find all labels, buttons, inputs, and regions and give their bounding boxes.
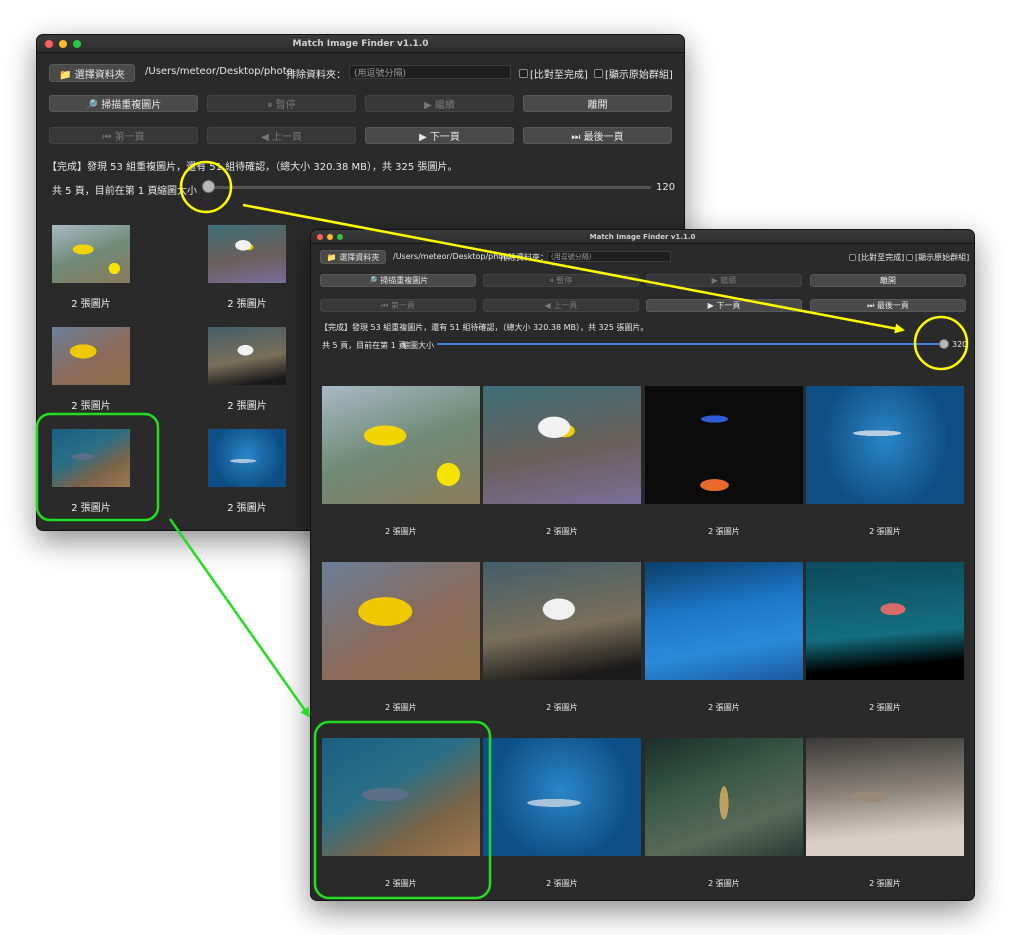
prev-page-button[interactable]: ◀ 上一頁 — [207, 127, 356, 144]
status-text: 【完成】發現 53 組重複圖片，還有 51 組待確認，（總大小 320.38 M… — [320, 323, 649, 332]
next-page-button[interactable]: ▶ 下一頁 — [646, 299, 802, 312]
zoom-value: 120 — [656, 182, 676, 193]
thumbnail[interactable] — [645, 386, 803, 504]
thumbnail[interactable] — [806, 562, 964, 680]
thumbnail-caption: 2 張圖片 — [546, 527, 578, 536]
scan-button[interactable]: 🔎 掃描重複圖片 — [320, 274, 476, 287]
zoom-label: 縮圖大小 — [157, 186, 197, 197]
zoom-slider-knob[interactable] — [939, 339, 949, 349]
thumbnail[interactable] — [322, 386, 480, 504]
select-folder-button[interactable]: 📁 選擇資料夾 — [49, 64, 135, 82]
thumbnail-caption: 2 張圖片 — [71, 503, 111, 514]
thumbnail[interactable] — [483, 738, 641, 856]
checkbox-box[interactable] — [519, 69, 528, 78]
thumbnail[interactable] — [208, 225, 286, 283]
thumbnail[interactable] — [52, 225, 130, 283]
thumbnail-caption: 2 張圖片 — [708, 527, 740, 536]
thumbnail[interactable] — [208, 429, 286, 487]
thumbnail-caption: 2 張圖片 — [227, 299, 267, 310]
prev-page-button[interactable]: ◀ 上一頁 — [483, 299, 639, 312]
thumbnail-caption: 2 張圖片 — [385, 703, 417, 712]
front-window: Match Image Finder v1.1.0 📁 選擇資料夾 /Users… — [310, 229, 975, 901]
exclude-label: 排除資料夾： — [500, 253, 548, 262]
thumbnail[interactable] — [208, 327, 286, 385]
compare-to-done-label: [比對至完成] — [858, 253, 905, 262]
thumbnail-caption: 2 張圖片 — [708, 879, 740, 888]
compare-to-done-label: [比對至完成] — [530, 70, 588, 81]
pause-button[interactable]: ⏸ 暫停 — [483, 274, 639, 287]
zoom-label: 縮圖大小 — [402, 341, 434, 350]
thumbnail-caption: 2 張圖片 — [227, 401, 267, 412]
thumbnail[interactable] — [483, 562, 641, 680]
thumbnail[interactable] — [806, 738, 964, 856]
first-page-button[interactable]: ⏮ 第一頁 — [49, 127, 198, 144]
zoom-slider-track[interactable] — [203, 186, 651, 189]
thumbnail-caption: 2 張圖片 — [869, 527, 901, 536]
thumbnail[interactable] — [483, 386, 641, 504]
checkbox-box[interactable] — [906, 254, 913, 261]
minimize-dot-icon[interactable] — [327, 234, 333, 240]
exclude-label: 排除資料夾： — [286, 70, 346, 81]
thumbnail[interactable] — [322, 562, 480, 680]
thumbnail-caption: 2 張圖片 — [71, 299, 111, 310]
exclude-input[interactable]: (用逗號分隔) — [349, 65, 511, 79]
checkbox-box[interactable] — [849, 254, 856, 261]
folder-path: /Users/meteor/Desktop/photo — [145, 66, 293, 77]
show-original-group-checkbox[interactable]: [顯示原始群組] — [594, 66, 673, 81]
selection-highlight-arrow — [168, 518, 311, 718]
leave-button[interactable]: 離開 — [810, 274, 966, 287]
thumbnail-caption: 2 張圖片 — [546, 879, 578, 888]
window-controls — [317, 234, 343, 240]
window-title: Match Image Finder v1.1.0 — [292, 39, 429, 49]
zoom-value: 320 — [952, 340, 968, 349]
zoom-dot-icon[interactable] — [337, 234, 343, 240]
show-original-group-label: [顯示原始群組] — [605, 70, 673, 81]
page-info: 共 5 頁，目前在第 1 頁 — [322, 341, 407, 350]
last-page-button[interactable]: ⏭ 最後一頁 — [810, 299, 966, 312]
thumbnail[interactable] — [645, 738, 803, 856]
front-titlebar: Match Image Finder v1.1.0 — [311, 230, 974, 244]
thumbnail-caption: 2 張圖片 — [869, 703, 901, 712]
compare-to-done-checkbox[interactable]: [比對至完成] — [519, 66, 588, 81]
window-title: Match Image Finder v1.1.0 — [589, 233, 696, 241]
thumbnail[interactable] — [322, 738, 480, 856]
show-original-group-label: [顯示原始群組] — [915, 253, 970, 262]
close-dot-icon[interactable] — [317, 234, 323, 240]
show-original-group-checkbox[interactable]: [顯示原始群組] — [906, 252, 969, 263]
thumbnail[interactable] — [806, 386, 964, 504]
select-folder-button[interactable]: 📁 選擇資料夾 — [320, 250, 386, 264]
zoom-dot-icon[interactable] — [73, 40, 81, 48]
thumbnail-caption: 2 張圖片 — [385, 527, 417, 536]
window-controls — [45, 40, 81, 48]
minimize-dot-icon[interactable] — [59, 40, 67, 48]
scan-button[interactable]: 🔎 掃描重複圖片 — [49, 95, 198, 112]
thumbnail-caption: 2 張圖片 — [869, 879, 901, 888]
thumbnail-caption: 2 張圖片 — [708, 703, 740, 712]
thumbnail-caption: 2 張圖片 — [546, 703, 578, 712]
thumbnail-caption: 2 張圖片 — [227, 503, 267, 514]
thumbnail[interactable] — [52, 429, 130, 487]
thumbnail[interactable] — [52, 327, 130, 385]
pause-button[interactable]: ⏸ 暫停 — [207, 95, 356, 112]
status-text: 【完成】發現 53 組重複圖片，還有 51 組待確認，（總大小 320.38 M… — [47, 162, 458, 173]
back-titlebar: Match Image Finder v1.1.0 — [37, 35, 684, 53]
close-dot-icon[interactable] — [45, 40, 53, 48]
last-page-button[interactable]: ⏭ 最後一頁 — [523, 127, 672, 144]
thumbnail[interactable] — [645, 562, 803, 680]
zoom-slider-track[interactable] — [437, 343, 945, 345]
next-page-button[interactable]: ▶ 下一頁 — [365, 127, 514, 144]
resume-button[interactable]: ▶ 繼續 — [365, 95, 514, 112]
zoom-slider-knob[interactable] — [202, 180, 215, 193]
thumbnail-caption: 2 張圖片 — [385, 879, 417, 888]
checkbox-box[interactable] — [594, 69, 603, 78]
exclude-input[interactable]: (用逗號分隔) — [547, 251, 671, 262]
page-info: 共 5 頁，目前在第 1 頁 — [52, 186, 158, 197]
resume-button[interactable]: ▶ 繼續 — [646, 274, 802, 287]
leave-button[interactable]: 離開 — [523, 95, 672, 112]
compare-to-done-checkbox[interactable]: [比對至完成] — [849, 252, 904, 263]
folder-path: /Users/meteor/Desktop/photo — [393, 252, 512, 261]
thumbnail-caption: 2 張圖片 — [71, 401, 111, 412]
first-page-button[interactable]: ⏮ 第一頁 — [320, 299, 476, 312]
